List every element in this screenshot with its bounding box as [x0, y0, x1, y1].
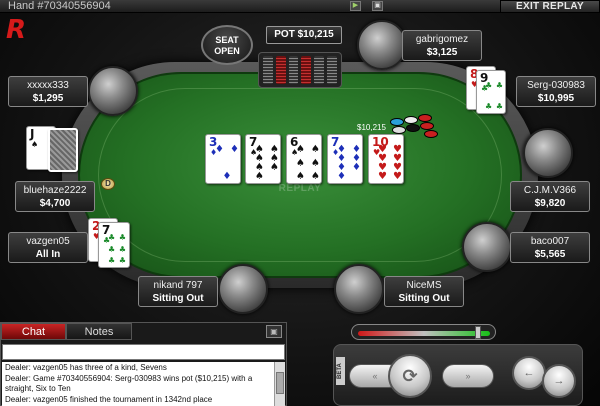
- chip-stack: [406, 124, 420, 132]
- pot-label: POT $10,215: [266, 26, 342, 44]
- chip-stack: [418, 114, 432, 122]
- fast-forward-button[interactable]: »: [442, 364, 494, 388]
- seat-cjmv366[interactable]: C.J.M.V366 $9,820: [510, 181, 590, 212]
- avatar[interactable]: [462, 222, 512, 272]
- bet-amount: $10,215: [357, 123, 386, 132]
- avatar[interactable]: [357, 20, 407, 70]
- chat-scrollbar[interactable]: [274, 362, 285, 406]
- chat-log: Dealer: vazgen05 has three of a kind, Se…: [2, 362, 274, 406]
- window-icon[interactable]: ▣: [372, 1, 383, 11]
- seat-xxxxx333[interactable]: xxxxx333 $1,295: [8, 76, 88, 107]
- card-back: [48, 128, 78, 172]
- seat-serg-030983[interactable]: Serg-030983 $10,995: [516, 76, 596, 107]
- card-pips: ♣ ♣ ♣ ♣: [485, 81, 503, 111]
- card-pips: ♥ ♥ ♥ ♥ ♥ ♥ ♥ ♥: [378, 144, 402, 182]
- chip-stack: [392, 126, 406, 134]
- seat-nicems[interactable]: NiceMS Sitting Out: [384, 276, 464, 307]
- tab-chat[interactable]: Chat: [1, 323, 66, 340]
- previous-arrow-icon[interactable]: ←: [512, 356, 546, 390]
- replay-watermark: REPLAY: [278, 183, 322, 194]
- chip-stack: [420, 122, 434, 130]
- slider-handle[interactable]: [475, 326, 482, 339]
- replay-icon[interactable]: ⟳: [388, 354, 432, 398]
- board-card-3: 6 ♠ ♠ ♠ ♠ ♠ ♠ ♠: [286, 134, 322, 184]
- chat-line: Dealer: Game #70340556904: Serg-030983 w…: [5, 374, 253, 393]
- card-pips: ♦ ♦ ♦ ♦ ♦ ♦ ♦: [337, 144, 361, 182]
- card-pips: ♠ ♠ ♠ ♠ ♠ ♠: [296, 144, 320, 182]
- popout-icon[interactable]: ▣: [266, 325, 282, 338]
- seat-nikand-797[interactable]: nikand 797 Sitting Out: [138, 276, 218, 307]
- seat-gabrigomez[interactable]: gabrigomez $3,125: [402, 30, 482, 61]
- hand-number: Hand #70340556904: [8, 0, 111, 12]
- avatar[interactable]: [523, 128, 573, 178]
- card-pips: ♠ ♠ ♠ ♠ ♠ ♠ ♠: [255, 144, 279, 182]
- avatar[interactable]: [334, 264, 384, 314]
- seat-bluehaze2222[interactable]: bluehaze2222 $4,700: [15, 181, 95, 212]
- seat-baco007[interactable]: baco007 $5,565: [510, 232, 590, 263]
- hole-card: 9 ♣ ♣ ♣ ♣ ♣: [476, 70, 506, 114]
- avatar[interactable]: [218, 264, 268, 314]
- chat-line: Dealer: vazgen05 finished the tournament…: [5, 395, 213, 404]
- speed-slider[interactable]: [351, 324, 496, 340]
- card-pips: ♦ ♦ ♦: [215, 144, 239, 182]
- board-card-2: 7 ♠ ♠ ♠ ♠ ♠ ♠ ♠ ♠: [245, 134, 281, 184]
- chat-input[interactable]: [2, 344, 285, 360]
- seat-open-button[interactable]: SEAT OPEN: [201, 25, 253, 65]
- beta-badge: BETA: [336, 357, 345, 385]
- seat-vazgen05[interactable]: vazgen05 All In: [8, 232, 88, 263]
- exit-replay-button[interactable]: EXIT REPLAY: [500, 0, 600, 13]
- next-arrow-icon[interactable]: →: [542, 364, 576, 398]
- board-card-5: 10 ♥ ♥ ♥ ♥ ♥ ♥ ♥ ♥ ♥: [368, 134, 404, 184]
- chip-stack: [424, 130, 438, 138]
- chip-stack: [390, 118, 404, 126]
- board-card-1: 3 ♦ ♦ ♦ ♦: [205, 134, 241, 184]
- hole-card: 7 ♣ ♣ ♣ ♣ ♣ ♣ ♣: [98, 222, 130, 268]
- chip-stack: [404, 116, 418, 124]
- tab-notes[interactable]: Notes: [66, 323, 132, 340]
- poker-table-window: Hand #70340556904 ▶ ▣ EXIT REPLAY R REPL…: [0, 0, 600, 406]
- title-bar: Hand #70340556904 ▶ ▣ EXIT REPLAY: [0, 0, 600, 13]
- dealer-button: D: [101, 178, 115, 190]
- board-card-4: 7 ♦ ♦ ♦ ♦ ♦ ♦ ♦ ♦: [327, 134, 363, 184]
- pokerstars-logo: R: [6, 15, 27, 45]
- chat-line: Dealer: vazgen05 has three of a kind, Se…: [5, 363, 167, 372]
- chip-rack: [258, 52, 342, 88]
- avatar[interactable]: [88, 66, 138, 116]
- play-icon[interactable]: ▶: [350, 1, 361, 11]
- card-pips: ♣ ♣ ♣ ♣ ♣ ♣: [108, 233, 126, 265]
